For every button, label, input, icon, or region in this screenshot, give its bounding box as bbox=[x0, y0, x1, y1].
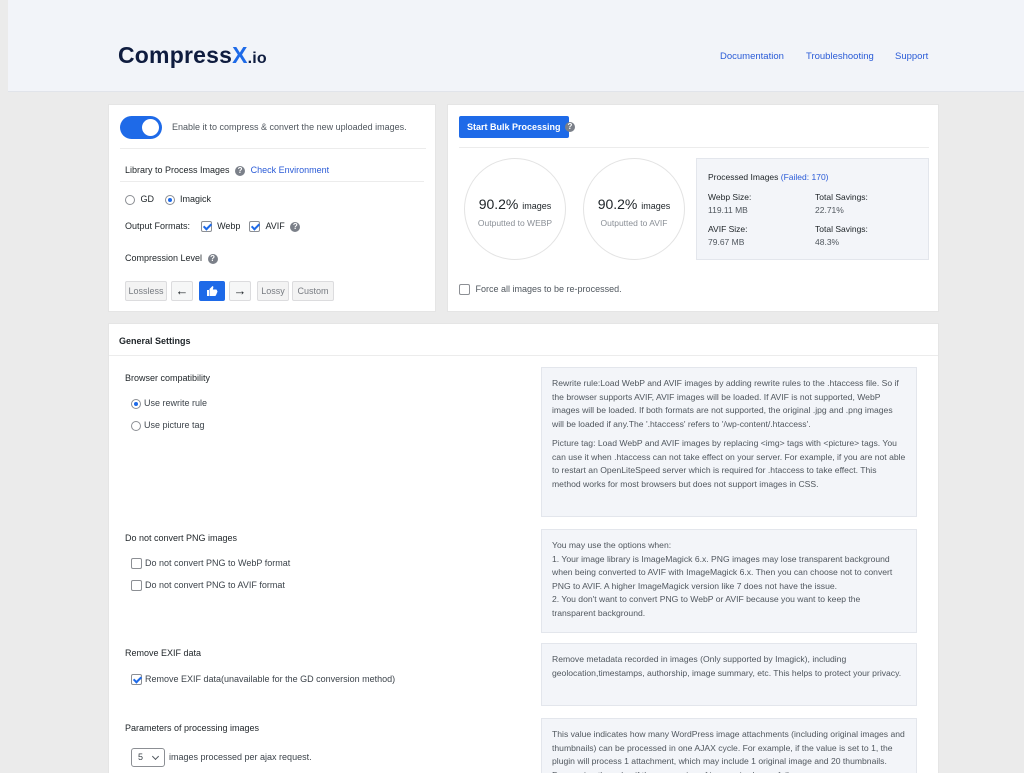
webp-savings-label: Total Savings: bbox=[815, 192, 868, 202]
avif-stat-circle: 90.2% images Outputted to AVIF bbox=[583, 158, 685, 260]
force-reprocess-label: Force all images to be re-processed. bbox=[475, 284, 622, 294]
arrow-left-icon[interactable]: ← bbox=[171, 281, 193, 301]
logo-text: Compress bbox=[118, 42, 233, 68]
compression-level-label: Compression Level bbox=[125, 253, 203, 263]
nav-documentation[interactable]: Documentation bbox=[720, 51, 784, 62]
webp-size-value: 119.11 MB bbox=[708, 205, 748, 215]
compression-level-row: Compression Level ? bbox=[125, 253, 218, 264]
nav-support[interactable]: Support bbox=[895, 51, 928, 62]
png-webp-checkbox[interactable] bbox=[131, 558, 142, 570]
arrow-right-icon[interactable]: → bbox=[229, 281, 251, 301]
png-avif-option: Do not convert PNG to AVIF format bbox=[131, 580, 285, 592]
images-per-request-row: 5 images processed per ajax request. bbox=[131, 748, 312, 767]
start-bulk-processing-button[interactable]: Start Bulk Processing bbox=[459, 116, 569, 138]
avif-percentage: 90.2% images bbox=[597, 196, 671, 212]
webp-label: Webp bbox=[217, 221, 241, 231]
browser-compat-label: Browser compatibility bbox=[125, 373, 211, 383]
png-info-item-1: 1. Your image library is ImageMagick 6.x… bbox=[552, 553, 893, 591]
png-info-item-2: 2. You don't want to convert PNG to WebP… bbox=[552, 594, 861, 618]
top-header: CompressX.io Documentation Troubleshooti… bbox=[8, 0, 1024, 92]
exif-info: Remove metadata recorded in images (Only… bbox=[541, 643, 917, 706]
webp-percentage: 90.2% images bbox=[478, 196, 552, 212]
exif-description: Remove metadata recorded in images (Only… bbox=[552, 654, 902, 678]
thumbs-up-icon[interactable] bbox=[199, 281, 225, 301]
use-picture-tag-option: Use picture tag bbox=[131, 420, 205, 431]
library-row: Library to Process Images ? Check Enviro… bbox=[125, 165, 329, 176]
params-info: This value indicates how many WordPress … bbox=[541, 718, 917, 773]
processed-images-label: Processed Images (Failed: 170) bbox=[708, 172, 829, 182]
avif-label: AVIF bbox=[265, 221, 285, 231]
params-label: Parameters of processing images bbox=[125, 723, 260, 733]
lossy-button[interactable]: Lossy bbox=[257, 281, 289, 301]
png-info: You may use the options when: 1. Your im… bbox=[541, 529, 917, 633]
logo[interactable]: CompressX.io bbox=[118, 42, 267, 69]
rewrite-rule-label: Use rewrite rule bbox=[144, 398, 208, 408]
radio-gd-label: GD bbox=[140, 194, 155, 204]
avif-output-label: Outputted to AVIF bbox=[600, 218, 668, 228]
exif-label: Remove EXIF data bbox=[125, 648, 202, 658]
avif-size-value: 79.67 MB bbox=[708, 237, 745, 247]
webp-size-label: Webp Size: bbox=[708, 192, 752, 202]
divider bbox=[120, 148, 426, 149]
avif-checkbox[interactable] bbox=[248, 221, 260, 233]
webp-stat-circle: 90.2% images Outputted to WEBP bbox=[464, 158, 566, 260]
general-settings-title: General Settings bbox=[119, 336, 191, 346]
params-description: This value indicates how many WordPress … bbox=[552, 729, 905, 773]
rewrite-rule-description: Rewrite rule:Load WebP and AVIF images b… bbox=[552, 378, 899, 429]
picture-tag-description: Picture tag: Load WebP and AVIF images b… bbox=[552, 438, 906, 489]
webp-output-label: Outputted to WEBP bbox=[477, 218, 553, 228]
auto-compress-label: Enable it to compress & convert the new … bbox=[172, 122, 407, 132]
avif-size-label: AVIF Size: bbox=[708, 224, 748, 234]
radio-imagick-label: Imagick bbox=[180, 194, 212, 204]
rewrite-rule-radio[interactable] bbox=[131, 398, 141, 409]
library-options: GD Imagick bbox=[125, 194, 211, 205]
images-per-request-select[interactable]: 5 bbox=[131, 748, 165, 767]
divider bbox=[459, 147, 929, 148]
png-avif-label: Do not convert PNG to AVIF format bbox=[145, 580, 285, 590]
bulk-processing-card: Start Bulk Processing ? 90.2% images Out… bbox=[447, 104, 939, 312]
use-rewrite-rule-option: Use rewrite rule bbox=[131, 398, 207, 409]
help-icon[interactable]: ? bbox=[207, 253, 218, 264]
processed-stats-box: Processed Images (Failed: 170) Webp Size… bbox=[696, 158, 929, 260]
divider bbox=[109, 355, 938, 356]
output-formats-label: Output Formats: bbox=[125, 221, 191, 231]
browser-compat-info: Rewrite rule:Load WebP and AVIF images b… bbox=[541, 367, 917, 517]
radio-imagick[interactable] bbox=[164, 194, 175, 205]
library-label: Library to Process Images bbox=[125, 165, 230, 175]
avif-savings-label: Total Savings: bbox=[815, 224, 868, 234]
logo-suffix: .io bbox=[247, 50, 267, 67]
compression-settings-card: Enable it to compress & convert the new … bbox=[108, 104, 436, 312]
logo-x: X bbox=[232, 42, 248, 68]
images-per-request-label: images processed per ajax request. bbox=[169, 751, 312, 762]
png-info-intro: You may use the options when: bbox=[552, 540, 672, 550]
help-icon[interactable]: ? bbox=[565, 122, 575, 132]
webp-savings-value: 22.71% bbox=[815, 205, 844, 215]
remove-exif-label: Remove EXIF data(unavailable for the GD … bbox=[145, 674, 396, 684]
picture-tag-radio[interactable] bbox=[131, 420, 141, 431]
png-webp-label: Do not convert PNG to WebP format bbox=[145, 558, 291, 568]
remove-exif-checkbox[interactable] bbox=[131, 674, 142, 686]
toggle-knob bbox=[142, 119, 159, 136]
force-reprocess-row: Force all images to be re-processed. bbox=[459, 284, 622, 296]
failed-count-link[interactable]: (Failed: 170) bbox=[781, 172, 829, 182]
remove-exif-option: Remove EXIF data(unavailable for the GD … bbox=[131, 674, 396, 686]
radio-gd[interactable] bbox=[125, 194, 135, 205]
webp-checkbox[interactable] bbox=[200, 221, 212, 233]
output-formats-row: Output Formats: Webp AVIF ? bbox=[125, 221, 301, 233]
help-icon[interactable]: ? bbox=[290, 221, 301, 232]
auto-compress-toggle[interactable] bbox=[120, 116, 162, 139]
lossless-button[interactable]: Lossless bbox=[125, 281, 167, 301]
general-settings-card: General Settings Browser compatibility U… bbox=[108, 323, 939, 773]
check-environment-link[interactable]: Check Environment bbox=[251, 165, 330, 175]
avif-savings-value: 48.3% bbox=[815, 237, 840, 247]
custom-button[interactable]: Custom bbox=[292, 281, 334, 301]
help-icon[interactable]: ? bbox=[235, 165, 246, 176]
png-avif-checkbox[interactable] bbox=[131, 580, 142, 592]
picture-tag-label: Use picture tag bbox=[144, 420, 205, 430]
nav-troubleshooting[interactable]: Troubleshooting bbox=[806, 51, 874, 62]
divider bbox=[120, 181, 424, 182]
png-webp-option: Do not convert PNG to WebP format bbox=[131, 558, 291, 570]
force-reprocess-checkbox[interactable] bbox=[459, 284, 470, 296]
png-label: Do not convert PNG images bbox=[125, 533, 238, 543]
